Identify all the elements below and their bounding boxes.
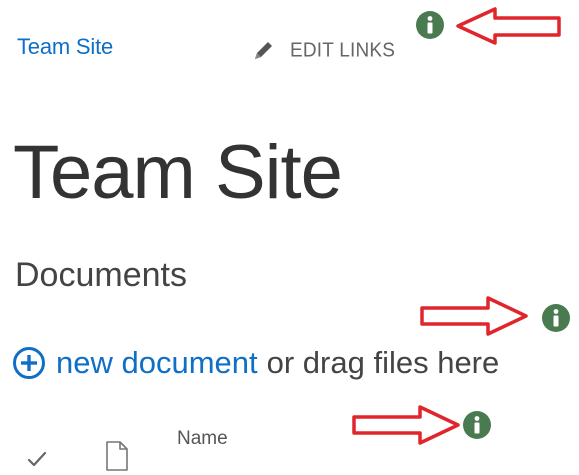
checkmark-icon[interactable] [26,448,48,470]
new-document-row: new document or drag files here [12,345,499,381]
page-title: Team Site [13,130,343,215]
edit-links-button[interactable]: EDIT LINKS [250,38,395,64]
site-link[interactable]: Team Site [17,34,113,60]
red-arrow-icon [456,7,561,45]
column-header-name[interactable]: Name [177,428,228,450]
drag-files-hint: or drag files here [266,345,500,380]
plus-circle-icon[interactable] [12,346,46,380]
info-icon [542,304,570,332]
info-icon [416,11,444,39]
new-document-link[interactable]: new document [56,345,258,381]
pencil-icon [255,42,272,59]
screenshot-stage: Team Site EDIT LINKS Team Site Documents [0,0,579,475]
edit-links-label: EDIT LINKS [290,39,396,62]
red-arrow-icon [420,296,528,336]
red-arrow-icon [352,405,460,445]
section-title: Documents [15,256,187,294]
document-icon [106,441,128,471]
info-icon [463,411,491,439]
